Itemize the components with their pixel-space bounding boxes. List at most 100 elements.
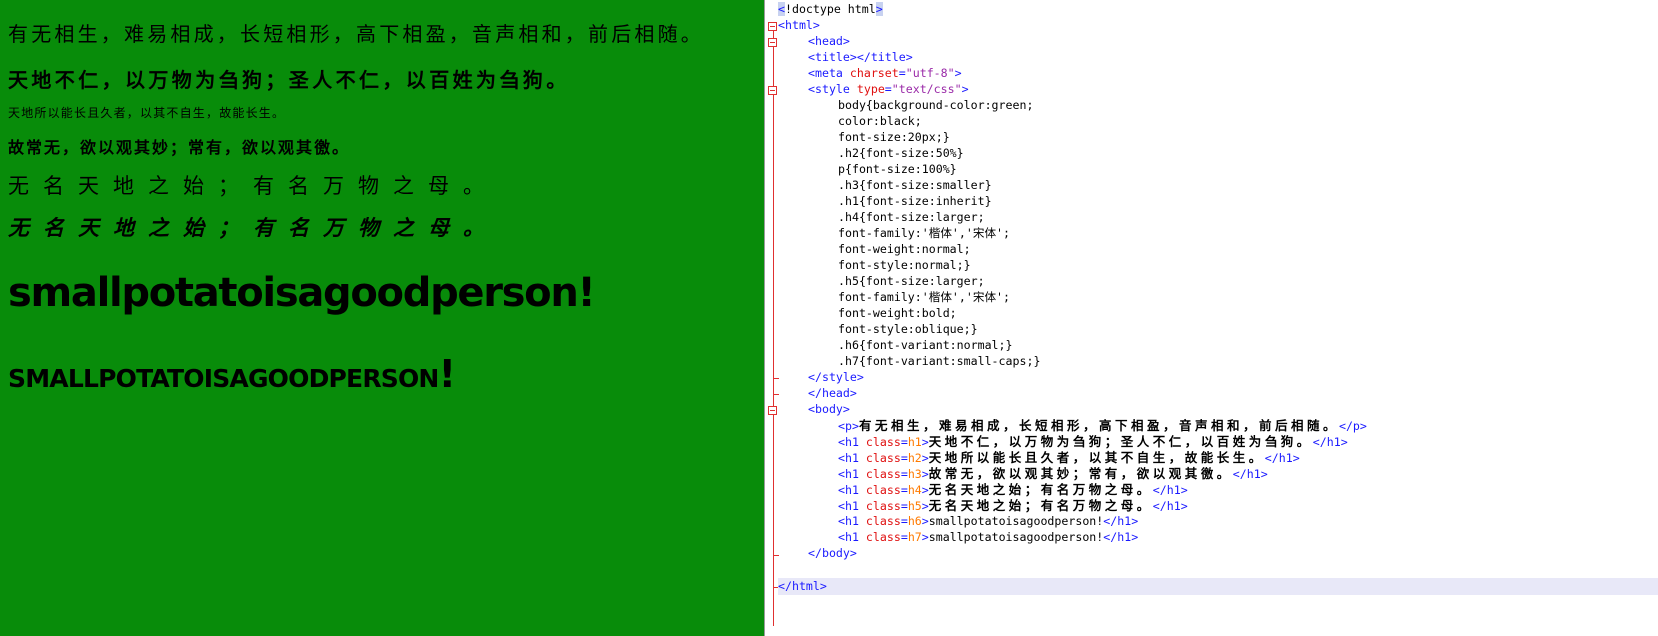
class-value: h2 (907, 451, 922, 465)
code-line-p[interactable]: <p>有无相生，难易相成，长短相形，高下相盈，音声相和，前后相随。</p> (778, 417, 1658, 434)
code-editor-pane[interactable]: <!doctype html> <html> <head> <title></t… (765, 0, 1658, 636)
code-line-style-end[interactable]: </style> (778, 369, 1658, 386)
code-line-css[interactable]: color:black; (778, 113, 1658, 130)
preview-heading-h3: 故常无，欲以观其妙；常有，欲以观其徼。 (8, 138, 351, 157)
eq: = (900, 435, 908, 449)
class-attr: class (865, 467, 901, 481)
code-line-css[interactable]: .h1{font-size:inherit} (778, 193, 1658, 210)
gt: > (921, 483, 929, 497)
code-line-body-open[interactable]: <body> (778, 401, 1658, 418)
preview-heading-h2: 天地所以能长且久者，以其不自生，故能长生。 (8, 106, 286, 120)
code-line-h1[interactable]: <h1 class=h7>smallpotatoisagoodperson!</… (778, 529, 1658, 546)
h1-open: <h1 (838, 451, 866, 465)
code-line-css[interactable]: .h6{font-variant:normal;} (778, 337, 1658, 354)
code-line-css[interactable]: font-family:'楷体','宋体'; (778, 289, 1658, 306)
code-line-meta[interactable]: <meta charset="utf-8"> (778, 65, 1658, 82)
html-end-tag: </html> (778, 579, 827, 593)
gt: > (921, 467, 929, 481)
code-line-h1[interactable]: <h1 class=h2>天地所以能长且久者，以其不自生，故能长生。</h1> (778, 449, 1658, 466)
doctype-text: !doctype html (784, 2, 876, 16)
code-line-css[interactable]: font-family:'楷体','宋体'; (778, 225, 1658, 242)
h1-text: 故常无，欲以观其妙；常有，欲以观其徼。 (928, 466, 1233, 481)
h1-text: 无名天地之始；有名万物之母。 (928, 498, 1153, 513)
code-line-head-end[interactable]: </head> (778, 385, 1658, 402)
code-line-css[interactable]: font-style:normal;} (778, 257, 1658, 274)
class-value: h7 (907, 530, 922, 544)
h1-text: smallpotatoisagoodperson! (928, 514, 1104, 528)
code-line-html-end[interactable]: </html> (778, 578, 1658, 595)
style-end-tag: </style> (808, 370, 864, 384)
browser-preview-pane: 有无相生，难易相成，长短相形，高下相盈，音声相和，前后相随。 天地不仁，以万物为… (0, 0, 764, 636)
preview-paragraph: 有无相生，难易相成，长短相形，高下相盈，音声相和，前后相随。 (8, 22, 704, 46)
code-line-style-open[interactable]: <style type="text/css"> (778, 81, 1658, 98)
meta-close: > (954, 66, 962, 80)
code-line-css[interactable]: font-size:20px;} (778, 129, 1658, 146)
code-line-css[interactable]: body{background-color:green; (778, 97, 1658, 114)
h1-text: 天地所以能长且久者，以其不自生，故能长生。 (928, 450, 1265, 465)
fold-toggle-body-icon[interactable] (768, 406, 777, 415)
body-open-tag: <body> (808, 402, 850, 416)
code-line-h1[interactable]: <h1 class=h1>天地不仁，以万物为刍狗；圣人不仁，以百姓为刍狗。</h… (778, 433, 1658, 450)
code-line-html-open[interactable]: <html> (778, 17, 1658, 34)
eq: = (900, 451, 908, 465)
code-line-css[interactable]: font-style:oblique;} (778, 321, 1658, 338)
body-end-tag: </body> (808, 546, 857, 560)
h1-close: </h1> (1312, 435, 1348, 449)
preview-heading-h1: 天地不仁，以万物为刍狗；圣人不仁，以百姓为刍狗。 (8, 68, 570, 92)
fold-guide-line (773, 26, 774, 626)
eq: = (900, 530, 908, 544)
code-line-head-open[interactable]: <head> (778, 33, 1658, 50)
eq: = (900, 483, 908, 497)
head-end-tag: </head> (808, 386, 857, 400)
code-line-h1[interactable]: <h1 class=h4>无名天地之始；有名万物之母。</h1> (778, 481, 1658, 498)
class-value: h4 (907, 483, 922, 497)
class-attr: class (865, 514, 901, 528)
gt: > (921, 514, 929, 528)
fold-toggle-style-icon[interactable] (768, 86, 777, 95)
code-line-doctype[interactable]: <!doctype html> (778, 1, 1658, 18)
code-line-css[interactable]: .h3{font-size:smaller} (778, 177, 1658, 194)
fold-toggle-html-icon[interactable] (768, 22, 777, 31)
class-attr: class (865, 483, 901, 497)
code-line-css[interactable]: font-weight:bold; (778, 305, 1658, 322)
h1-open: <h1 (838, 435, 866, 449)
head-open-tag: <head> (808, 34, 850, 48)
code-line-title[interactable]: <title></title> (778, 49, 1658, 66)
code-line-css[interactable]: .h5{font-size:larger; (778, 273, 1658, 290)
code-line-h1[interactable]: <h1 class=h3>故常无，欲以观其妙；常有，欲以观其徼。</h1> (778, 465, 1658, 482)
style-eq: = (884, 82, 892, 96)
p-open-tag: <p> (838, 419, 859, 433)
gt: > (921, 451, 929, 465)
meta-eq: = (898, 66, 906, 80)
code-line-h1[interactable]: <h1 class=h5>无名天地之始；有名万物之母。</h1> (778, 497, 1658, 514)
h1-close: </h1> (1264, 451, 1300, 465)
h1-open: <h1 (838, 530, 866, 544)
h1-open: <h1 (838, 514, 866, 528)
fold-toggle-head-icon[interactable] (768, 38, 777, 47)
style-open: <style (808, 82, 857, 96)
meta-value: "utf-8" (905, 66, 955, 80)
h1-text: smallpotatoisagoodperson! (928, 530, 1104, 544)
small-caps-text: SMALLPOTATOISAGOODPERSON (8, 364, 439, 393)
code-line-css[interactable]: .h4{font-size:larger; (778, 209, 1658, 226)
doctype-gt: > (875, 2, 883, 16)
code-line-css[interactable]: .h7{font-variant:small-caps;} (778, 353, 1658, 370)
gt: > (921, 435, 929, 449)
style-close: > (961, 82, 969, 96)
eq: = (900, 467, 908, 481)
code-line-css[interactable]: font-weight:normal; (778, 241, 1658, 258)
class-attr: class (865, 435, 901, 449)
code-line-empty[interactable] (778, 561, 1658, 578)
code-line-css[interactable]: p{font-size:100%} (778, 161, 1658, 178)
class-value: h6 (907, 514, 922, 528)
h1-close: </h1> (1103, 530, 1139, 544)
title-tag: <title></title> (808, 50, 913, 64)
html-open-tag: <html> (778, 18, 820, 32)
p-text: 有无相生，难易相成，长短相形，高下相盈，音声相和，前后相随。 (858, 418, 1339, 433)
preview-heading-h7: SMALLPOTATOISAGOODPERSON! (8, 352, 456, 396)
code-line-body-end[interactable]: </body> (778, 545, 1658, 562)
h1-open: <h1 (838, 483, 866, 497)
code-line-h1[interactable]: <h1 class=h6>smallpotatoisagoodperson!</… (778, 513, 1658, 530)
gt: > (921, 530, 929, 544)
code-line-css[interactable]: .h2{font-size:50%} (778, 145, 1658, 162)
